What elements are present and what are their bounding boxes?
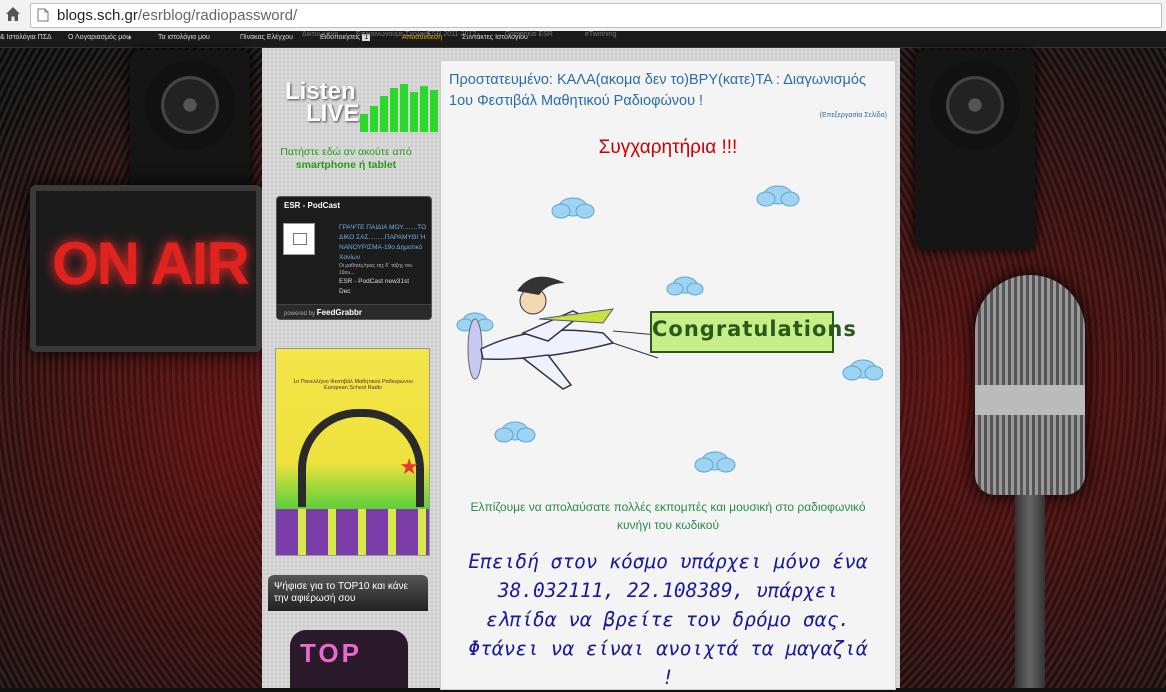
hope-text: Ελπίζουμε να απολαύσατε πολλές εκπομπές … bbox=[441, 498, 895, 534]
podcast-thumbnail[interactable] bbox=[283, 223, 315, 255]
podcast-widget-footer: powered by FeedGrabbr bbox=[277, 304, 431, 319]
hope-line2: κυνήγι του κωδικού bbox=[616, 518, 720, 532]
vote-top10-text: Ψήφισε για το TOP10 και κάνε την αφιέρωσ… bbox=[274, 581, 409, 604]
url-path: /esrblog/radiopassword/ bbox=[137, 7, 298, 24]
microphone-stand bbox=[1015, 495, 1045, 688]
nav-faded-item: eTwinning bbox=[585, 31, 617, 38]
cloud-icon bbox=[666, 276, 704, 296]
nav-item-my-blogs[interactable]: Τα ιστολόγια μου bbox=[158, 34, 210, 41]
nav-item-chevron: ▾ bbox=[128, 35, 132, 42]
top10-text: TOP bbox=[300, 638, 362, 668]
podcast-entry-snippet: Οι μαθητές/τριες της δ΄ τάξης του 19ου..… bbox=[339, 263, 413, 276]
broken-image-icon bbox=[293, 233, 307, 245]
podcast-entry-title[interactable]: ΓΡΑΨΤΕ ΠΑΙΔΙΑ ΜΟΥ........ΤΟ ΔΙΚΟ ΣΑΣ....… bbox=[339, 223, 427, 263]
podcast-widget-title: ESR - PodCast bbox=[284, 201, 341, 210]
cloud-icon bbox=[756, 185, 800, 207]
cloud-icon bbox=[694, 451, 736, 473]
edit-page-link[interactable]: (Επεξεργασία Σελίδα) bbox=[820, 112, 887, 119]
nav-item-dashboard[interactable]: Πίνακας Ελέγχου bbox=[240, 34, 293, 41]
post-content: Προστατευμένο: ΚΑΛΑ(ακομα δεν το)ΒΡΥ(κατ… bbox=[440, 60, 896, 690]
on-air-text: ON AIR bbox=[52, 230, 250, 297]
powered-by-prefix: powered by bbox=[284, 311, 316, 317]
url-text: blogs.sch.gr/esrblog/radiopassword/ bbox=[57, 7, 297, 24]
listen-caption[interactable]: Πατήστε εδώ αν ακούτε από smartphone ή t… bbox=[270, 146, 422, 172]
equalizer-icon bbox=[360, 84, 438, 132]
listen-live-logo[interactable]: Listen LIVE bbox=[282, 78, 438, 144]
banner-text: Congratulations bbox=[652, 317, 857, 341]
address-bar[interactable]: blogs.sch.gr/esrblog/radiopassword/ bbox=[30, 3, 1162, 28]
blog-navbar: & Ιστολόγια ΠΣΔ Ο Λογαριασμός μου ▾ Τα ι… bbox=[0, 31, 1166, 48]
browser-toolbar: blogs.sch.gr/esrblog/radiopassword/ bbox=[0, 0, 1166, 32]
nav-item-my-account[interactable]: Ο Λογαριασμός μου bbox=[68, 34, 130, 41]
home-icon[interactable] bbox=[5, 6, 21, 22]
poster-caption: 1o Πανελλήνιο Φεστιβάλ Μαθητικού Ραδιοφώ… bbox=[293, 379, 413, 391]
nav-item-pasd-blogs[interactable]: & Ιστολόγια ΠΣΔ bbox=[0, 34, 52, 41]
cloud-icon bbox=[494, 421, 536, 443]
top10-image[interactable]: TOP bbox=[290, 630, 408, 688]
vote-top10-box[interactable]: Ψήφισε για το TOP10 και κάνε την αφιέρωσ… bbox=[268, 575, 428, 611]
podcast-widget: ESR - PodCast ΓΡΑΨΤΕ ΠΑΙΔΙΑ ΜΟΥ........Τ… bbox=[276, 196, 432, 320]
on-air-sign: ON AIR bbox=[30, 185, 262, 352]
podcast-entry[interactable]: ΓΡΑΨΤΕ ΠΑΙΔΙΑ ΜΟΥ........ΤΟ ΔΙΚΟ ΣΑΣ....… bbox=[339, 223, 427, 297]
nav-faded-item: ESR 2011-2012 bbox=[427, 31, 477, 38]
post-title[interactable]: Προστατευμένο: ΚΑΛΑ(ακομα δεν το)ΒΡΥ(κατ… bbox=[449, 70, 879, 112]
cloud-icon bbox=[842, 359, 884, 381]
microphone-band bbox=[975, 385, 1085, 415]
star-icon: ★ bbox=[399, 454, 419, 479]
riddle-text: Επειδή στον κόσμο υπάρχει μόνο ένα 38.03… bbox=[468, 550, 868, 689]
microphone-image bbox=[975, 275, 1085, 495]
podcast-next-entry-cut: Dec bbox=[339, 288, 351, 295]
airplane-icon bbox=[467, 276, 659, 390]
url-domain: blogs.sch.gr bbox=[57, 7, 138, 24]
listen-caption-line2: smartphone ή tablet bbox=[295, 159, 397, 171]
live-word: LIVE bbox=[306, 100, 360, 127]
nav-faded-item: Δικτυωμένο bbox=[302, 31, 339, 38]
page-icon bbox=[37, 8, 49, 22]
nav-faded-item: Επικοινωνούμε Σχολικά bbox=[356, 31, 430, 38]
listen-caption-line1: Πατήστε εδώ αν ακούτε από bbox=[280, 146, 412, 158]
hope-line1: Ελπίζουμε να απολαύσατε πολλές εκπομπές … bbox=[470, 500, 866, 514]
nav-faded-item: Comenius ESR bbox=[505, 31, 553, 38]
cloud-icon bbox=[551, 197, 595, 219]
powered-by-text: powered by FeedGrabbr bbox=[284, 308, 362, 317]
feedgrabbr-logo[interactable]: FeedGrabbr bbox=[317, 308, 362, 317]
speaker-image bbox=[915, 50, 1035, 250]
speaker-cone bbox=[145, 60, 235, 150]
bridge-graphic bbox=[276, 509, 429, 555]
congratulations-banner: Congratulations bbox=[650, 311, 857, 353]
congrats-heading: Συγχαρητήρια !!! bbox=[598, 137, 738, 158]
festival-poster[interactable]: 1o Πανελλήνιο Φεστιβάλ Μαθητικού Ραδιοφώ… bbox=[275, 348, 430, 556]
podcast-next-entry[interactable]: ESR - PodCast new31st bbox=[339, 277, 427, 287]
speaker-cone bbox=[930, 60, 1020, 150]
